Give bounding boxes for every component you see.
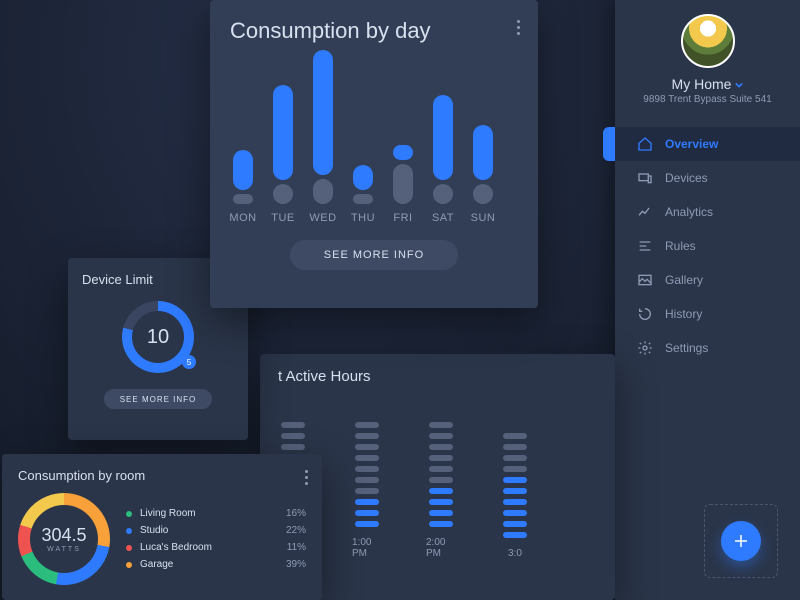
- watt-unit: WATTS: [47, 546, 81, 553]
- day-label: TUE: [271, 212, 295, 224]
- hour-column: 1:00 PM: [352, 417, 382, 559]
- legend-label: Studio: [140, 525, 168, 536]
- home-selector[interactable]: My Home: [615, 76, 800, 92]
- legend-color-icon: [126, 511, 132, 517]
- home-icon: [637, 136, 653, 152]
- legend-pct: 22%: [286, 525, 306, 536]
- consumption-day-more-button[interactable]: SEE MORE INFO: [290, 240, 458, 270]
- legend-color-icon: [126, 545, 132, 551]
- nav-gallery[interactable]: Gallery: [615, 263, 800, 297]
- legend-color-icon: [126, 562, 132, 568]
- home-name: My Home: [672, 76, 732, 92]
- nav-label: Overview: [665, 137, 718, 151]
- nav-label: Analytics: [665, 205, 713, 219]
- sidebar: My Home 9898 Trent Bypass Suite 541 Over…: [615, 0, 800, 600]
- legend-label: Luca's Bedroom: [140, 542, 212, 553]
- nav-history[interactable]: History: [615, 297, 800, 331]
- nav-label: Devices: [665, 171, 708, 185]
- hour-column: 2:00 PM: [426, 417, 456, 559]
- consumption-day-card: Consumption by day MON TUE WED THU FRI SAT SUN…: [210, 0, 538, 308]
- day-label: SAT: [432, 212, 454, 224]
- day-label: SUN: [471, 212, 496, 224]
- nav-overview[interactable]: Overview: [615, 127, 800, 161]
- nav-analytics[interactable]: Analytics: [615, 195, 800, 229]
- day-bar: FRI: [390, 141, 416, 224]
- active-hours-chart: 12:00 PM1:00 PM2:00 PM3:0: [278, 399, 597, 559]
- plus-icon: [732, 532, 750, 550]
- watt-total: 304.5: [41, 525, 86, 546]
- nav-rules[interactable]: Rules: [615, 229, 800, 263]
- day-label: THU: [351, 212, 375, 224]
- gallery-icon: [637, 272, 653, 288]
- nav-devices[interactable]: Devices: [615, 161, 800, 195]
- device-limit-gauge: 10 5: [122, 301, 194, 373]
- consumption-day-title: Consumption by day: [230, 18, 518, 44]
- legend-label: Living Room: [140, 508, 196, 519]
- fab-dropzone: [704, 504, 778, 578]
- room-legend: Living Room 16% Studio 22% Luca's Bedroom 11%…: [126, 505, 306, 573]
- device-limit-more-button[interactable]: SEE MORE INFO: [104, 389, 212, 409]
- day-bar: TUE: [270, 81, 296, 224]
- nav: Overview Devices Analytics Rules Gallery…: [615, 127, 800, 365]
- analytics-icon: [637, 204, 653, 220]
- day-bar: MON: [230, 146, 256, 224]
- day-bar: WED: [310, 46, 336, 224]
- hour-label: 3:0: [508, 548, 522, 559]
- consumption-room-title: Consumption by room: [18, 468, 306, 483]
- nav-label: History: [665, 307, 702, 321]
- legend-color-icon: [126, 528, 132, 534]
- hour-label: 1:00 PM: [352, 537, 382, 559]
- legend-label: Garage: [140, 559, 173, 570]
- active-hours-title: t Active Hours: [278, 368, 597, 385]
- hour-label: 2:00 PM: [426, 537, 456, 559]
- day-bar: THU: [350, 161, 376, 224]
- settings-icon: [637, 340, 653, 356]
- legend-pct: 16%: [286, 508, 306, 519]
- nav-label: Settings: [665, 341, 708, 355]
- legend-item[interactable]: Studio 22%: [126, 522, 306, 539]
- nav-label: Rules: [665, 239, 696, 253]
- home-address: 9898 Trent Bypass Suite 541: [615, 94, 800, 105]
- legend-pct: 39%: [286, 559, 306, 570]
- add-button[interactable]: [721, 521, 761, 561]
- history-icon: [637, 306, 653, 322]
- nav-label: Gallery: [665, 273, 703, 287]
- legend-item[interactable]: Garage 39%: [126, 556, 306, 573]
- day-label: MON: [229, 212, 256, 224]
- consumption-room-donut: 304.5 WATTS: [18, 493, 110, 585]
- avatar[interactable]: [681, 14, 735, 68]
- legend-item[interactable]: Luca's Bedroom 11%: [126, 539, 306, 556]
- device-limit-badge: 5: [182, 355, 196, 369]
- legend-pct: 11%: [287, 542, 306, 553]
- nav-settings[interactable]: Settings: [615, 331, 800, 365]
- more-menu-icon[interactable]: [305, 470, 308, 485]
- consumption-room-card: Consumption by room 304.5 WATTS Living R…: [2, 454, 322, 600]
- more-menu-icon[interactable]: [517, 20, 520, 35]
- rules-icon: [637, 238, 653, 254]
- hour-column: 3:0: [500, 428, 530, 559]
- legend-item[interactable]: Living Room 16%: [126, 505, 306, 522]
- day-bar: SAT: [430, 91, 456, 224]
- consumption-day-chart: MON TUE WED THU FRI SAT SUN: [230, 60, 518, 224]
- day-label: FRI: [393, 212, 412, 224]
- day-label: WED: [309, 212, 336, 224]
- chevron-down-icon: [735, 81, 743, 89]
- devices-icon: [637, 170, 653, 186]
- day-bar: SUN: [470, 121, 496, 224]
